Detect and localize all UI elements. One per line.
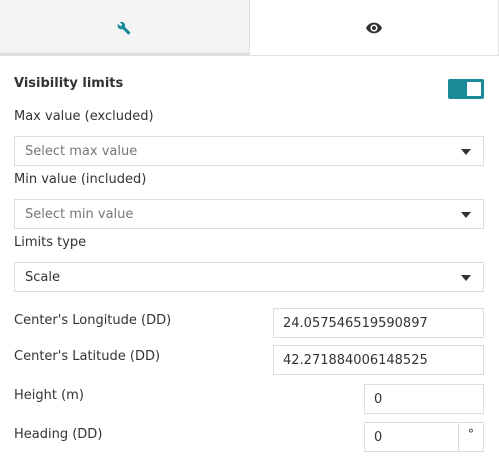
caret-down-icon xyxy=(461,149,471,155)
max-value-select[interactable]: Select max value xyxy=(14,136,484,166)
visibility-limits-toggle[interactable] xyxy=(448,79,484,99)
limits-type-value: Scale xyxy=(25,270,60,285)
heading-label: Heading (DD) xyxy=(14,427,103,442)
tab-visibility[interactable] xyxy=(248,0,499,55)
min-value-label: Min value (included) xyxy=(14,172,147,187)
wrench-icon xyxy=(117,21,131,35)
caret-down-icon xyxy=(461,275,471,281)
longitude-input[interactable] xyxy=(273,308,484,338)
latitude-label: Center's Latitude (DD) xyxy=(14,349,161,364)
heading-input[interactable] xyxy=(364,422,459,452)
min-value-select[interactable]: Select min value xyxy=(14,199,484,229)
min-value-placeholder: Select min value xyxy=(25,207,134,222)
latitude-input[interactable] xyxy=(273,345,484,375)
eye-icon xyxy=(365,22,382,34)
height-input[interactable] xyxy=(364,384,484,414)
toggle-knob xyxy=(467,82,481,96)
longitude-label: Center's Longitude (DD) xyxy=(14,313,172,328)
height-label: Height (m) xyxy=(14,388,84,403)
degree-unit: ° xyxy=(459,422,484,452)
limits-type-label: Limits type xyxy=(14,235,87,250)
visibility-limits-title: Visibility limits xyxy=(14,76,124,91)
max-value-placeholder: Select max value xyxy=(25,144,138,159)
tab-settings[interactable] xyxy=(0,0,249,55)
tab-bar xyxy=(0,0,499,56)
limits-type-select[interactable]: Scale xyxy=(14,262,484,292)
caret-down-icon xyxy=(461,212,471,218)
max-value-label: Max value (excluded) xyxy=(14,109,154,124)
